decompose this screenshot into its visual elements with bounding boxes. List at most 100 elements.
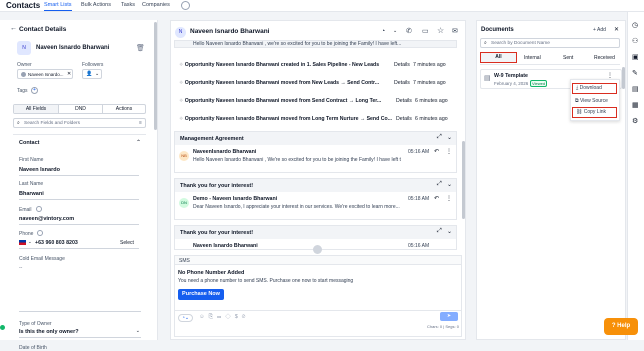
phone-icon[interactable]: ✆ [406, 27, 412, 35]
folder-icon[interactable]: ▭ [422, 27, 429, 35]
chevron-down-icon[interactable]: ⌄ [447, 181, 452, 188]
reply-icon[interactable]: ↶ [434, 195, 439, 202]
activity-time: 6 minutes ago [415, 98, 448, 104]
channel-label[interactable]: SMS [179, 258, 190, 264]
tab-internal[interactable]: Internal [524, 55, 541, 61]
email-label: Email [19, 207, 32, 213]
field-search-input[interactable]: ⌕ Search Fields and Folders ≡ [13, 118, 146, 128]
cold-email-textarea[interactable]: -- [19, 264, 141, 312]
email-thread-card: Thank you for your interest! ⤢ ⌄ DN Demo… [174, 178, 457, 220]
clipboard-icon[interactable]: ▣ [632, 53, 639, 61]
close-icon[interactable]: ✕ [67, 71, 71, 77]
no-phone-text: You need a phone number to send SMS. Pur… [178, 278, 354, 284]
left-scrollbar[interactable] [154, 22, 157, 130]
tab-tasks[interactable]: Tasks [121, 1, 135, 11]
close-icon[interactable]: ✕ [614, 26, 619, 33]
expand-icon[interactable]: ⤢ [437, 134, 442, 141]
details-link[interactable]: Details [396, 98, 412, 104]
tab-all-fields[interactable]: All Fields [14, 105, 58, 113]
help-button[interactable]: ? Help [604, 318, 638, 335]
owner-select[interactable]: Naveen Isnardo... ✕ [17, 69, 73, 79]
star-icon[interactable]: ☆ [437, 26, 444, 35]
menu-item-view-source[interactable]: ⧉ View Source [575, 98, 608, 104]
followers-select[interactable]: 👤 ⌄ [82, 69, 102, 79]
tab-all[interactable]: All [480, 52, 517, 63]
last-name-label: Last Name [19, 181, 44, 187]
chevron-up-icon[interactable]: ⌃ [136, 139, 141, 146]
clock-icon[interactable]: ◷ [632, 21, 638, 29]
more-icon[interactable]: ⋮ [607, 72, 613, 79]
divider [175, 310, 461, 311]
reply-icon[interactable]: ↶ [434, 148, 439, 155]
message-icon[interactable]: ◔ [381, 28, 385, 35]
tab-companies[interactable]: Companies [142, 1, 170, 11]
tab-smart-lists[interactable]: Smart Lists [44, 1, 72, 11]
details-link[interactable]: Details [396, 116, 412, 122]
more-icon[interactable]: ⋮ [446, 195, 452, 202]
message-time: 05:16 AM [408, 243, 430, 249]
chevron-down-icon: ⌄ [95, 71, 100, 77]
send-button[interactable]: ➤ [440, 312, 458, 321]
owner-type-select[interactable]: Is this the only owner? ⌄ [19, 328, 141, 338]
email-message[interactable]: DN Demo - Naveen Isnardo Bharwani 05:18 … [175, 192, 456, 219]
tab-sent[interactable]: Sent [563, 55, 573, 61]
composer-toolbar-icons[interactable]: ☺⎘▭◇$⊘ [199, 314, 249, 321]
channel-select[interactable]: ◔⌄ [178, 314, 193, 322]
card-title: Thank you for your interest! [180, 230, 254, 236]
conversation-scrollbar[interactable] [462, 141, 465, 219]
drag-handle[interactable] [313, 245, 322, 254]
email-field[interactable]: naveen@vintory.com [19, 216, 139, 225]
document-icon[interactable]: ▤ [632, 85, 639, 93]
last-name-field[interactable]: Bharwani [19, 191, 139, 200]
documents-scrollbar[interactable] [622, 67, 625, 89]
tab-received[interactable]: Received [594, 55, 615, 61]
chevron-down-icon: ⌄ [135, 328, 140, 334]
back-arrow-icon[interactable]: ← [10, 25, 17, 32]
details-link[interactable]: Details [394, 80, 410, 86]
gear-icon[interactable] [181, 1, 190, 10]
top-navigation: Contacts Smart Lists Bulk Actions Tasks … [0, 0, 644, 12]
filter-icon[interactable]: ≡ [139, 120, 142, 126]
add-document-button[interactable]: + Add [593, 27, 606, 33]
settings-icon[interactable]: ⚙ [632, 117, 638, 125]
tab-dnd[interactable]: DND [58, 105, 102, 113]
edit-icon[interactable]: ✎ [632, 69, 638, 77]
more-icon[interactable]: ⋮ [446, 148, 452, 155]
info-icon [36, 206, 42, 212]
chevron-down-icon[interactable]: ⌄ [447, 228, 452, 235]
details-link[interactable]: Details [394, 62, 410, 68]
expand-icon[interactable]: ⤢ [437, 228, 442, 235]
field-search-placeholder: Search Fields and Folders [24, 121, 80, 126]
email-message[interactable]: NB NaveenIsnardo Bharwani 05:16 AM ↶ ⋮ H… [175, 145, 456, 172]
calendar-icon[interactable]: ▦ [632, 101, 639, 109]
document-search-placeholder: Search by Document Name [491, 41, 550, 46]
expand-icon[interactable]: ⤢ [437, 181, 442, 188]
workflow-icon[interactable]: ⚇ [632, 37, 638, 45]
owner-avatar [21, 72, 26, 77]
trash-icon[interactable]: 🗑 [136, 44, 145, 52]
tab-actions[interactable]: Actions [102, 105, 145, 113]
phone-type-select[interactable]: Select [120, 240, 134, 246]
no-phone-title: No Phone Number Added [178, 270, 245, 276]
mail-icon[interactable]: ✉ [452, 27, 458, 35]
avatar: N [17, 41, 31, 55]
tab-bulk-actions[interactable]: Bulk Actions [81, 1, 111, 11]
chevron-down-icon[interactable]: ⌄ [28, 239, 32, 245]
owner-label: Owner [17, 62, 32, 68]
menu-item-download[interactable]: ⤓ Download [572, 83, 617, 94]
chevron-down-icon[interactable]: ⌄ [447, 134, 452, 141]
purchase-now-button[interactable]: Purchase Now [178, 289, 224, 300]
add-tag-icon[interactable]: + [31, 87, 38, 94]
conversation-header-name: Naveen Isnardo Bharwani [190, 28, 270, 35]
document-search-input[interactable]: ⌕ Search by Document Name [480, 38, 620, 48]
chevron-down-icon[interactable]: ⌄ [393, 28, 397, 34]
sender-name: Demo - Naveen Isnardo Bharwani [193, 196, 278, 202]
menu-item-copy-link[interactable]: ⛓ Copy Link [572, 107, 617, 118]
document-actions-menu: ⤓ Download ⧉ View Source ⛓ Copy Link [570, 79, 620, 121]
phone-field[interactable]: ⌄ +63 960 803 8203 Select [19, 239, 139, 249]
truncated-message: Hello Naveen Isnardo Bharwani , we're so… [174, 40, 457, 48]
first-name-field[interactable]: Naveen Isnardo [19, 167, 139, 176]
owner-type-label: Type of Owner [19, 321, 52, 327]
field-tabs: All Fields DND Actions [13, 104, 146, 114]
activity-row: ⁘ Opportunity Naveen Isnardo Bharwani mo… [179, 98, 382, 104]
